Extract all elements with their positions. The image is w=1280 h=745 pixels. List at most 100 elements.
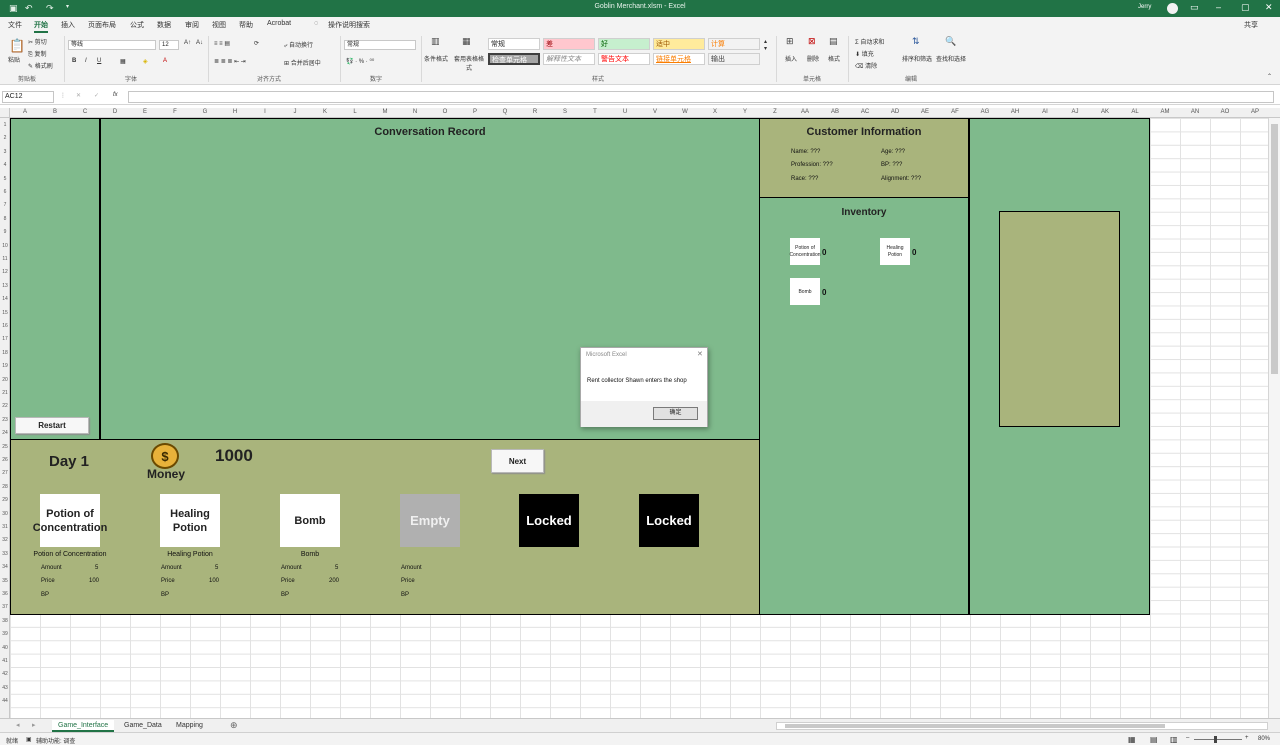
style-good[interactable]: 好 bbox=[598, 38, 650, 50]
column-header[interactable]: M bbox=[370, 109, 400, 115]
row-header[interactable]: 1 bbox=[0, 122, 10, 128]
horizontal-scroll-thumb[interactable] bbox=[785, 724, 1165, 728]
column-header[interactable]: H bbox=[220, 109, 250, 115]
row-header[interactable]: 28 bbox=[0, 484, 10, 490]
insert-cells-button[interactable]: 插入 bbox=[785, 54, 797, 63]
row-header[interactable]: 15 bbox=[0, 310, 10, 316]
shop-card-healing-potion[interactable]: Healing Potion bbox=[160, 494, 220, 547]
column-header[interactable]: V bbox=[640, 109, 670, 115]
column-header[interactable]: AE bbox=[910, 109, 940, 115]
row-header[interactable]: 22 bbox=[0, 403, 10, 409]
column-header[interactable]: A bbox=[10, 109, 40, 115]
format-cells-button[interactable]: 格式 bbox=[828, 54, 840, 63]
delete-cells-button[interactable]: 删除 bbox=[807, 54, 819, 63]
row-header[interactable]: 2 bbox=[0, 135, 10, 141]
row-header[interactable]: 37 bbox=[0, 604, 10, 610]
tab-game-data[interactable]: Game_Data bbox=[118, 720, 168, 732]
column-header[interactable]: G bbox=[190, 109, 220, 115]
column-header[interactable]: E bbox=[130, 109, 160, 115]
number-format-select[interactable]: 常规 bbox=[344, 40, 416, 50]
vertical-scroll-thumb[interactable] bbox=[1271, 124, 1278, 374]
find-select-button[interactable]: 查找和选择 bbox=[936, 54, 966, 63]
column-header[interactable]: AD bbox=[880, 109, 910, 115]
row-header[interactable]: 31 bbox=[0, 524, 10, 530]
zoom-slider-thumb[interactable] bbox=[1214, 736, 1217, 743]
zoom-level[interactable]: 80% bbox=[1258, 736, 1270, 742]
format-cells-icon[interactable]: ▤ bbox=[829, 36, 838, 47]
format-table-icon[interactable]: ▦ bbox=[462, 36, 471, 47]
column-header[interactable]: T bbox=[580, 109, 610, 115]
menu-home[interactable]: 开始 bbox=[34, 20, 48, 33]
fill-button[interactable]: ⬇ 填充 bbox=[855, 49, 874, 58]
shop-card-potion-concentration[interactable]: Potion of Concentration bbox=[33, 494, 107, 547]
tab-mapping[interactable]: Mapping bbox=[170, 720, 209, 732]
restart-button[interactable]: Restart bbox=[15, 417, 89, 434]
column-header[interactable]: AF bbox=[940, 109, 970, 115]
style-neutral[interactable]: 适中 bbox=[653, 38, 705, 50]
row-header[interactable]: 10 bbox=[0, 243, 10, 249]
row-header[interactable]: 38 bbox=[0, 618, 10, 624]
dialog-ok-button[interactable]: 确定 bbox=[653, 407, 698, 420]
row-header[interactable]: 7 bbox=[0, 202, 10, 208]
column-header[interactable]: Y bbox=[730, 109, 760, 115]
column-header[interactable]: L bbox=[340, 109, 370, 115]
row-header[interactable]: 26 bbox=[0, 457, 10, 463]
conditional-format-icon[interactable]: ▥ bbox=[431, 36, 440, 47]
column-header[interactable]: X bbox=[700, 109, 730, 115]
conditional-format-button[interactable]: 条件格式 bbox=[424, 54, 448, 63]
formula-input[interactable] bbox=[128, 91, 1274, 103]
clear-button[interactable]: ⌫ 清除 bbox=[855, 61, 877, 70]
close-icon[interactable]: ✕ bbox=[1265, 2, 1273, 13]
column-header[interactable]: D bbox=[100, 109, 130, 115]
row-header[interactable]: 5 bbox=[0, 176, 10, 182]
column-header[interactable]: AN bbox=[1180, 109, 1210, 115]
style-calculation[interactable]: 计算 bbox=[708, 38, 760, 50]
row-header[interactable]: 44 bbox=[0, 698, 10, 704]
shop-card-locked-1[interactable]: Locked bbox=[519, 494, 579, 547]
column-header[interactable]: AG bbox=[970, 109, 1000, 115]
row-header[interactable]: 42 bbox=[0, 671, 10, 677]
sheet-scroll-right-icon[interactable]: ▸ bbox=[26, 720, 42, 732]
row-header[interactable]: 36 bbox=[0, 591, 10, 597]
column-header[interactable]: AK bbox=[1090, 109, 1120, 115]
cancel-formula-icon[interactable]: ✕ bbox=[76, 92, 81, 99]
row-header[interactable]: 24 bbox=[0, 430, 10, 436]
share-button[interactable]: 共享 bbox=[1244, 20, 1258, 30]
row-header[interactable]: 33 bbox=[0, 551, 10, 557]
style-linked-cell[interactable]: 链接单元格 bbox=[653, 53, 705, 65]
maximize-icon[interactable]: ▢ bbox=[1241, 2, 1250, 13]
dialog-close-icon[interactable]: ✕ bbox=[697, 350, 703, 358]
menu-file[interactable]: 文件 bbox=[8, 20, 22, 30]
horizontal-scrollbar[interactable] bbox=[776, 722, 1268, 730]
menu-review[interactable]: 审阅 bbox=[185, 20, 199, 30]
column-header[interactable]: AL bbox=[1120, 109, 1150, 115]
cut-button[interactable]: ✂ 剪切 bbox=[28, 37, 47, 46]
row-header[interactable]: 25 bbox=[0, 444, 10, 450]
autosum-button[interactable]: Σ 自动求和 bbox=[855, 37, 884, 46]
column-header[interactable]: AM bbox=[1150, 109, 1180, 115]
column-header[interactable]: O bbox=[430, 109, 460, 115]
row-header[interactable]: 11 bbox=[0, 256, 10, 262]
align-top-icon[interactable]: ≡ ≡ ▤ bbox=[214, 40, 230, 47]
inventory-item-healing-potion[interactable]: Healing Potion bbox=[880, 238, 910, 265]
style-bad[interactable]: 差 bbox=[543, 38, 595, 50]
merge-center-button[interactable]: ⊞ 合并后居中 bbox=[284, 58, 321, 67]
wrap-text-button[interactable]: ⤶ 自动换行 bbox=[284, 40, 313, 50]
row-header[interactable]: 16 bbox=[0, 323, 10, 329]
row-header[interactable]: 17 bbox=[0, 336, 10, 342]
minimize-icon[interactable]: – bbox=[1216, 2, 1221, 12]
menu-insert[interactable]: 插入 bbox=[61, 20, 75, 30]
inventory-item-potion-concentration[interactable]: Potion of Concentration bbox=[789, 238, 821, 265]
row-header[interactable]: 41 bbox=[0, 658, 10, 664]
column-header[interactable]: U bbox=[610, 109, 640, 115]
column-header[interactable]: AA bbox=[790, 109, 820, 115]
row-header[interactable]: 13 bbox=[0, 283, 10, 289]
fill-color-icon[interactable]: ◈ bbox=[143, 58, 148, 65]
column-header[interactable]: AC bbox=[850, 109, 880, 115]
accessibility-status[interactable]: 辅助功能: 调查 bbox=[36, 736, 75, 745]
row-header[interactable]: 39 bbox=[0, 631, 10, 637]
tab-game-interface[interactable]: Game_Interface bbox=[52, 720, 115, 732]
inventory-item-bomb[interactable]: Bomb bbox=[790, 278, 820, 305]
column-header[interactable]: AO bbox=[1210, 109, 1240, 115]
zoom-out-icon[interactable]: – bbox=[1186, 735, 1189, 741]
